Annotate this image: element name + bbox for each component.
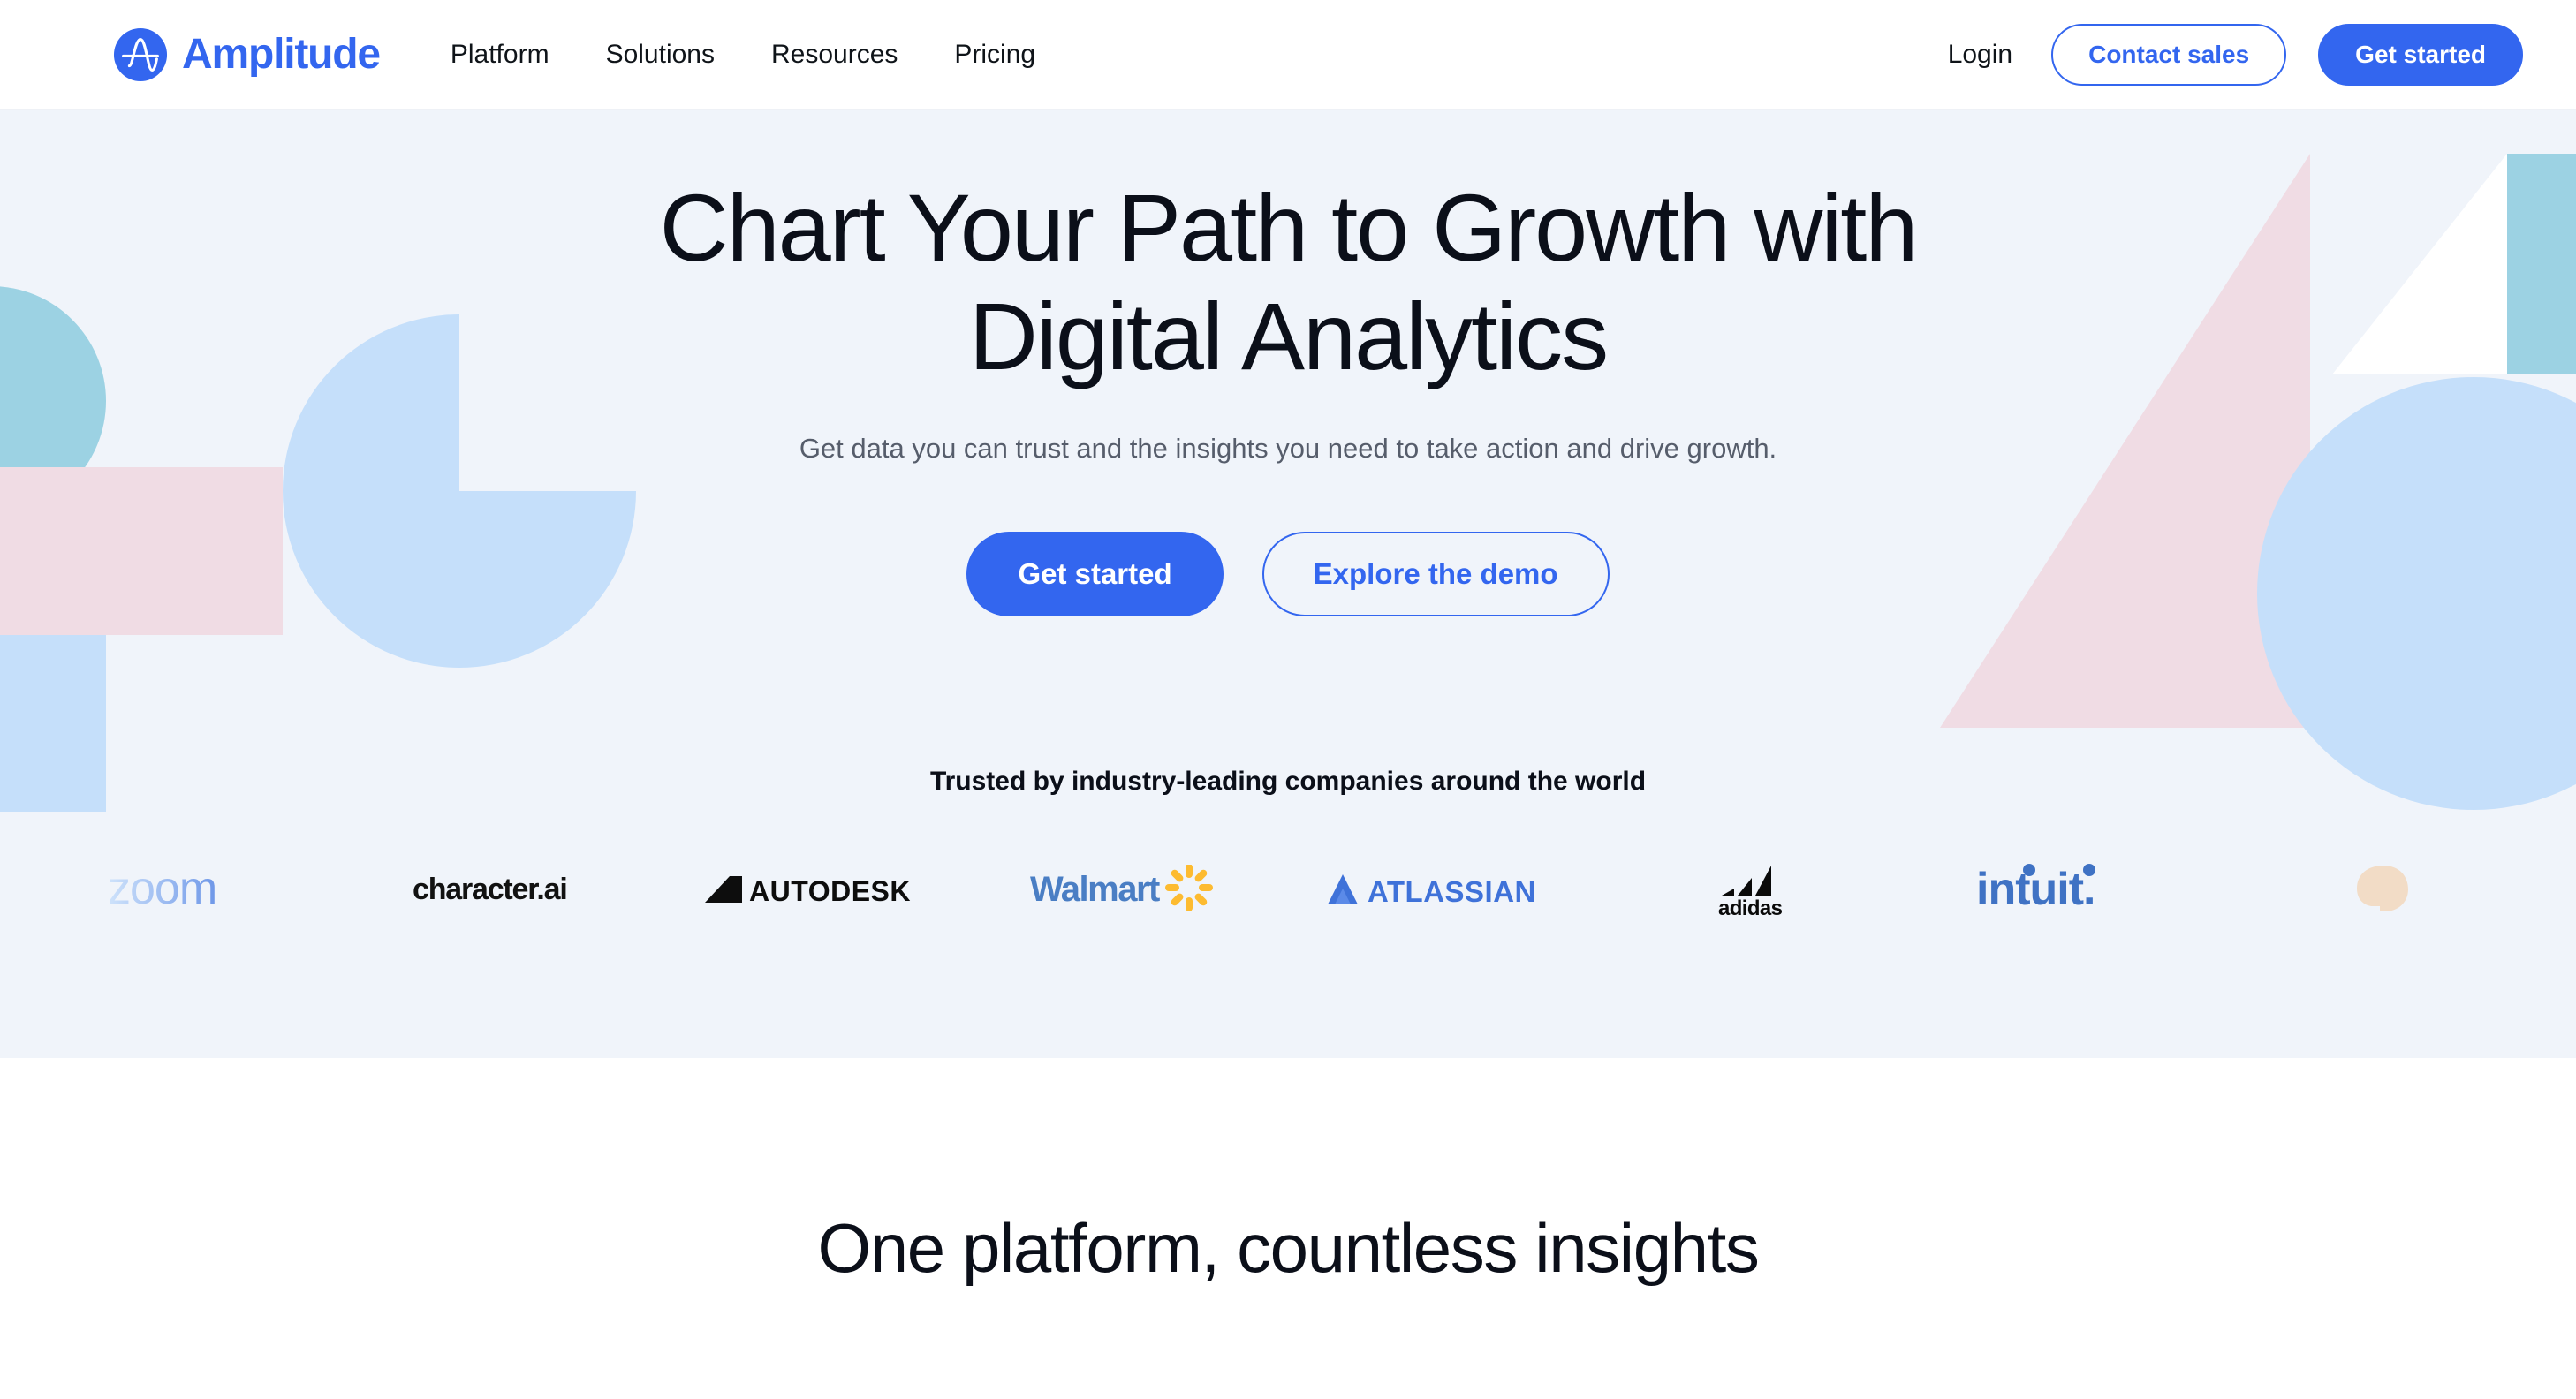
logo-item-walmart: Walmart [975,841,1289,938]
trusted-by-heading: Trusted by industry-leading companies ar… [929,766,1647,796]
hero-title-line-2: Digital Analytics [968,283,1609,390]
hero-title-line-1: Chart Your Path to Growth with [659,174,1919,281]
svg-text:AUTODESK: AUTODESK [749,875,911,907]
zoom-logo: zoom [108,865,276,914]
character-ai-logo: character.ai [413,869,598,910]
explore-the-demo-button[interactable]: Explore the demo [1261,531,1610,616]
logo-item-autodesk: AUTODESK [662,841,975,938]
brand-logo[interactable]: Amplitude [113,27,381,82]
atlassian-logo: ATLASSIAN [1325,869,1564,910]
hero-subtitle: Get data you can trust and the insights … [799,433,1777,465]
adidas-logo: adidas [1709,858,1807,920]
logo-item-adidas: adidas [1602,841,1915,938]
login-link[interactable]: Login [1948,40,2019,70]
brand-name: Amplitude [182,30,381,78]
svg-text:adidas: adidas [1718,896,1783,920]
insights-section: One platform, countless insights [0,1058,2576,1399]
svg-text:ATLASSIAN: ATLASSIAN [1368,875,1536,908]
contact-sales-button[interactable]: Contact sales [2051,23,2287,86]
svg-text:Walmart: Walmart [1030,870,1160,909]
logo-item-partial [2228,841,2542,938]
walmart-logo: Walmart [1030,864,1233,914]
header-actions: Login Contact sales Get started [1948,23,2523,86]
customer-logo-strip: zoom character.ai AUTODESK Walmart ATLAS… [0,841,2576,938]
logo-item-atlassian: ATLASSIAN [1288,841,1602,938]
intuit-logo: intuit. [1976,862,2166,917]
hero-content: Chart Your Path to Growth with Digital A… [0,110,2576,797]
header-get-started-button[interactable]: Get started [2318,23,2523,86]
logo-item-character-ai: character.ai [349,841,663,938]
svg-text:intuit.: intuit. [1976,864,2095,915]
svg-text:zoom: zoom [108,865,216,914]
logo-item-zoom: zoom [35,841,349,938]
page-title: Chart Your Path to Growth with Digital A… [659,173,1919,390]
amplitude-wave-icon [113,27,168,82]
primary-nav: Platform Solutions Resources Pricing [451,41,1035,68]
nav-item-pricing[interactable]: Pricing [954,41,1035,68]
nav-item-resources[interactable]: Resources [771,41,898,68]
logo-item-intuit: intuit. [1914,841,2228,938]
section-title: One platform, countless insights [817,1208,1759,1287]
brand-head-logo [2353,862,2415,917]
svg-text:character.ai: character.ai [413,873,567,906]
site-header: Amplitude Platform Solutions Resources P… [0,0,2576,110]
hero-cta-group: Get started Explore the demo [966,531,1610,616]
nav-item-solutions[interactable]: Solutions [606,41,715,68]
hero-get-started-button[interactable]: Get started [966,531,1224,616]
autodesk-logo: AUTODESK [703,869,933,910]
nav-item-platform[interactable]: Platform [451,41,549,68]
hero-section: Chart Your Path to Growth with Digital A… [0,110,2576,1058]
